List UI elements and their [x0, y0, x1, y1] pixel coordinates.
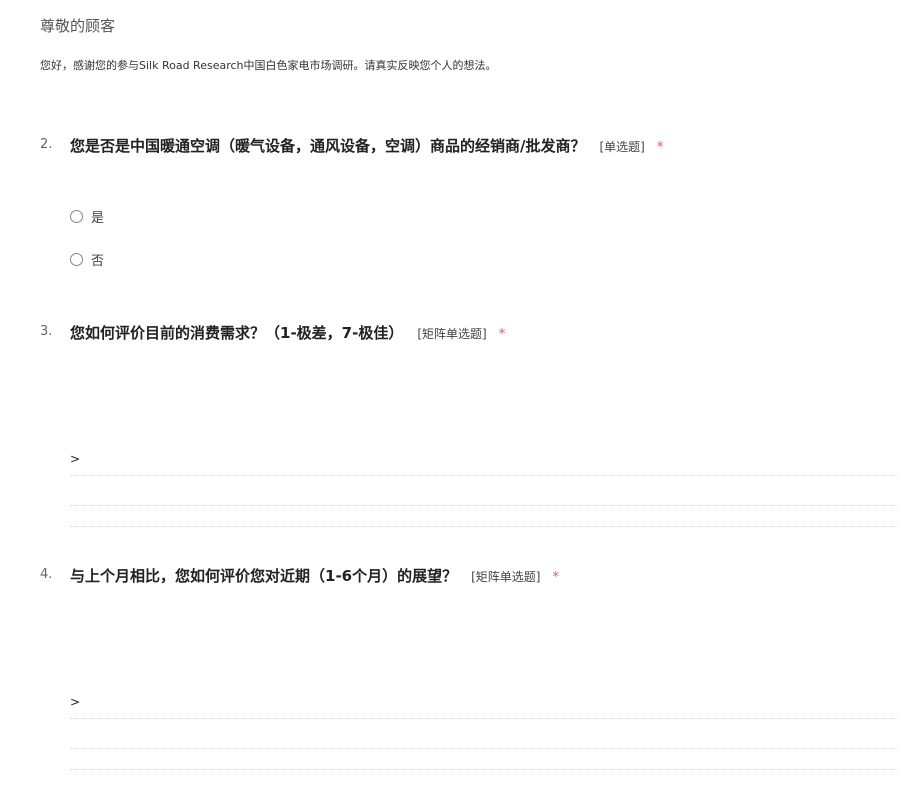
question-4: 4. 与上个月相比，您如何评价您对近期（1-6个月）的展望？ [矩阵单选题] * > [40, 565, 898, 770]
required-asterisk: * [498, 327, 506, 342]
radio-option-label: 是 [91, 210, 105, 226]
required-asterisk: * [552, 570, 559, 585]
question-type-tag: [矩阵单选题] [417, 327, 487, 341]
radio-option-yes[interactable]: 是 [70, 206, 104, 226]
question-number: 3. [40, 324, 53, 339]
radio-options: 是 否 [70, 206, 104, 292]
question-number: 2. [40, 137, 53, 152]
matrix-row-divider [70, 475, 898, 476]
question-number: 4. [40, 567, 53, 582]
survey-page: 尊敬的顾客 您好，感谢您的参与Silk Road Research中国白色家电市… [0, 0, 900, 800]
radio-option-label: 否 [91, 253, 105, 269]
matrix-row-divider [70, 718, 898, 719]
greeting-title: 尊敬的顾客 [40, 17, 116, 35]
required-asterisk: * [656, 140, 664, 155]
question-type-tag: [矩阵单选题] [471, 570, 541, 584]
question-header: 2. 您是否是中国暖通空调（暖气设备，通风设备，空调）商品的经销商/批发商？ [单… [40, 135, 890, 159]
question-title: 与上个月相比，您如何评价您对近期（1-6个月）的展望？ [矩阵单选题] * [70, 565, 559, 589]
intro-text: 您好，感谢您的参与Silk Road Research中国白色家电市场调研。请真… [40, 59, 497, 72]
question-header: 3. 您如何评价目前的消费需求？（1-极差，7-极佳） [矩阵单选题] * [40, 322, 890, 346]
matrix-row-divider [70, 769, 898, 770]
question-title: 您是否是中国暖通空调（暖气设备，通风设备，空调）商品的经销商/批发商？ [单选题]… [70, 135, 663, 159]
radio-circle-icon[interactable] [70, 209, 83, 223]
question-title-text: 您如何评价目前的消费需求？（1-极差，7-极佳） [70, 324, 404, 342]
matrix-rating: > [70, 694, 898, 770]
radio-option-no[interactable]: 否 [70, 249, 104, 269]
question-header: 4. 与上个月相比，您如何评价您对近期（1-6个月）的展望？ [矩阵单选题] * [40, 565, 890, 589]
question-2: 2. 您是否是中国暖通空调（暖气设备，通风设备，空调）商品的经销商/批发商？ [单… [40, 135, 890, 269]
matrix-row-divider [70, 526, 898, 527]
matrix-expand-toggle[interactable]: > [70, 694, 898, 710]
matrix-rating: > [70, 451, 898, 527]
matrix-row-divider [70, 505, 898, 506]
question-3: 3. 您如何评价目前的消费需求？（1-极差，7-极佳） [矩阵单选题] * > [40, 322, 898, 527]
radio-circle-icon[interactable] [70, 252, 83, 266]
matrix-expand-toggle[interactable]: > [70, 451, 898, 467]
question-title-text: 您是否是中国暖通空调（暖气设备，通风设备，空调）商品的经销商/批发商？ [70, 137, 586, 155]
matrix-row-divider [70, 748, 898, 749]
question-title-text: 与上个月相比，您如何评价您对近期（1-6个月）的展望？ [70, 567, 458, 585]
question-title: 您如何评价目前的消费需求？（1-极差，7-极佳） [矩阵单选题] * [70, 322, 505, 346]
question-type-tag: [单选题] [599, 140, 645, 154]
